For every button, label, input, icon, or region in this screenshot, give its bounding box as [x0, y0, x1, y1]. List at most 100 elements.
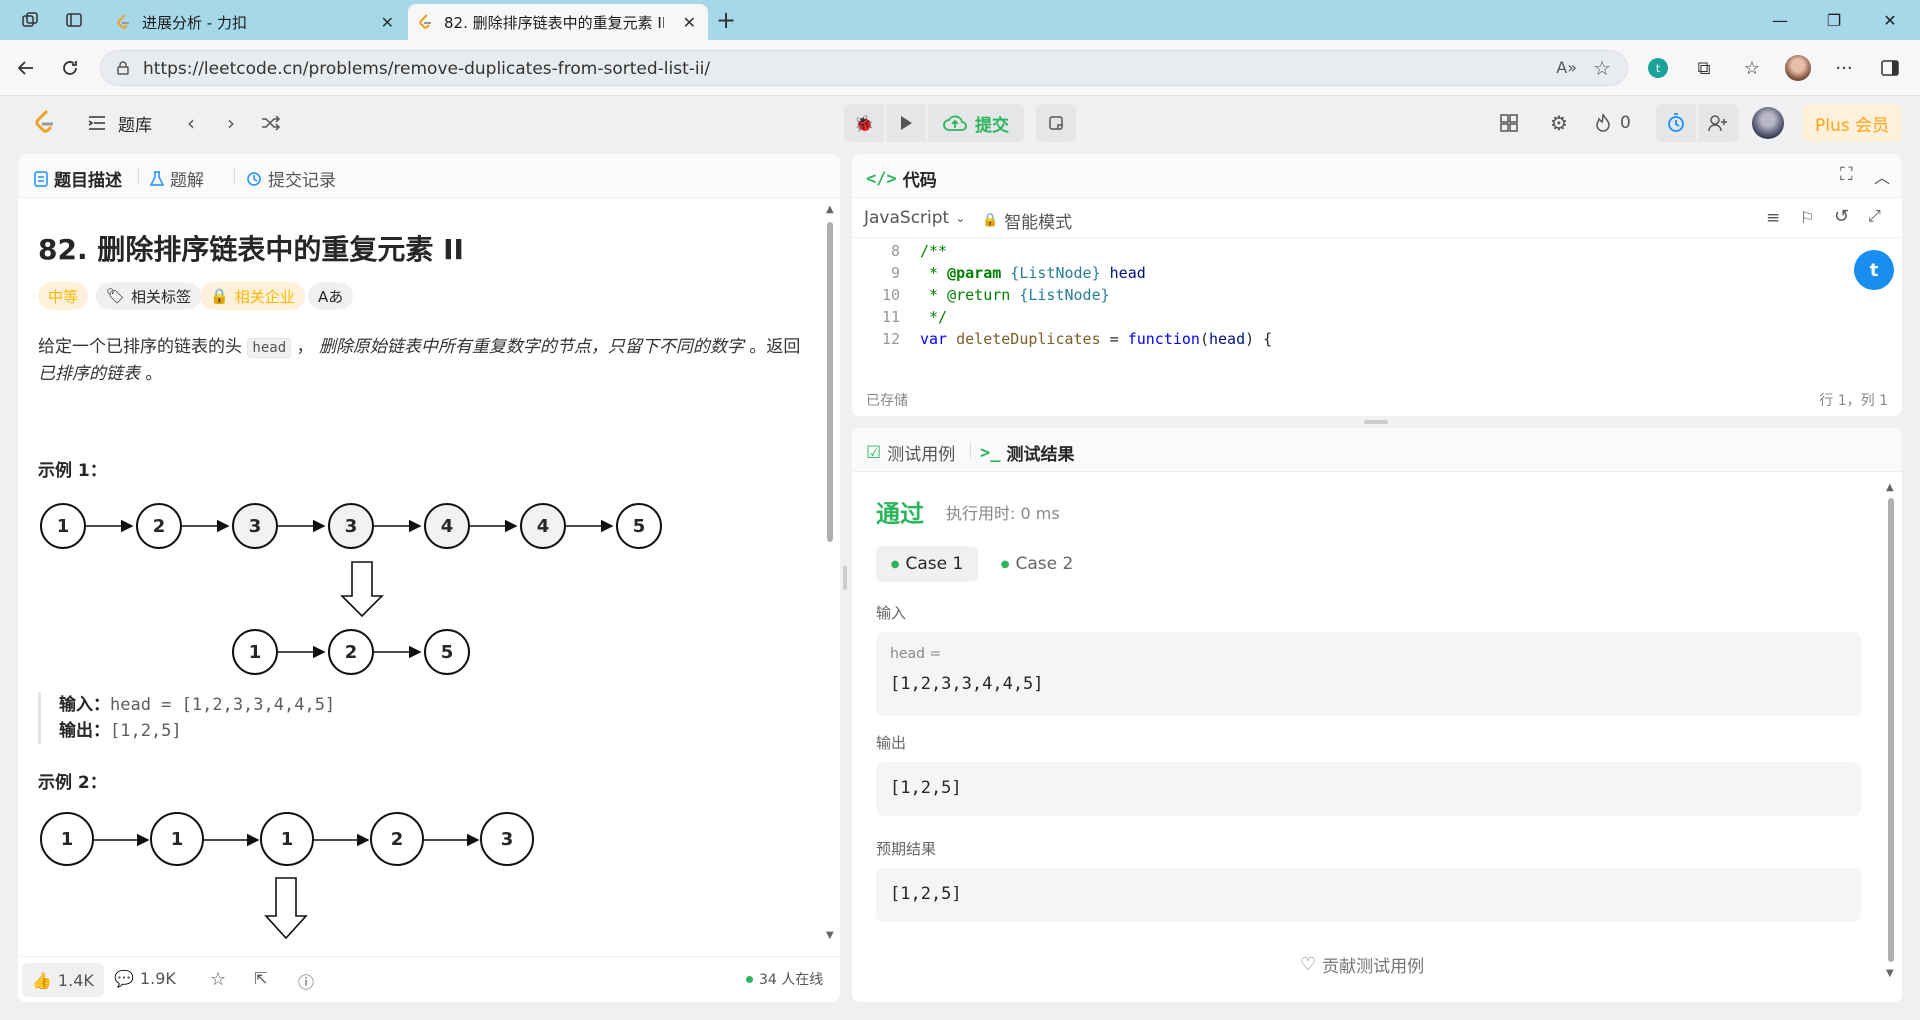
- favorite-star-icon[interactable]: ☆: [1593, 56, 1611, 80]
- bookmark-icon[interactable]: ⚐: [1800, 208, 1814, 227]
- problem-list-button[interactable]: 题库: [88, 110, 152, 136]
- settings-gear-icon[interactable]: ⚙: [1546, 110, 1572, 136]
- horizontal-splitter[interactable]: [1364, 420, 1388, 424]
- code-toolbar: JavaScript ⌄ 🔒 智能模式 ≡ ⚐ ↺ ⤢: [852, 198, 1902, 238]
- extension-translate-icon[interactable]: t: [1644, 54, 1672, 82]
- url-field[interactable]: https://leetcode.cn/problems/remove-dupl…: [100, 50, 1628, 86]
- sidebar-toggle-icon[interactable]: [1876, 54, 1904, 82]
- next-problem-icon[interactable]: ›: [218, 110, 244, 136]
- contribute-testcase-button[interactable]: ♡ 贡献测试用例: [1300, 952, 1424, 977]
- restore-icon[interactable]: ❐: [1806, 0, 1862, 40]
- tab-test-result[interactable]: >_ 测试结果: [980, 440, 1074, 466]
- run-button[interactable]: [886, 104, 926, 142]
- chevron-down-icon: ⌄: [955, 211, 966, 225]
- related-tags-button[interactable]: 🏷 相关标签: [96, 282, 202, 310]
- format-icon[interactable]: ≡: [1766, 208, 1780, 228]
- invite-user-icon[interactable]: [1698, 104, 1738, 142]
- streak-counter[interactable]: 0: [1594, 110, 1631, 136]
- case-1-tab[interactable]: ● Case 1: [876, 546, 978, 582]
- input-var: head =: [890, 646, 942, 662]
- related-companies-button[interactable]: 🔒 相关企业: [200, 282, 305, 310]
- vertical-splitter[interactable]: [843, 566, 847, 590]
- debug-icon[interactable]: 🐞: [844, 104, 884, 142]
- description-scrollbar[interactable]: ▲ ▼: [826, 204, 834, 944]
- tab-title: 进展分析 - 力扣: [142, 13, 247, 32]
- more-menu-icon[interactable]: ···: [1830, 54, 1858, 82]
- document-icon: [34, 170, 48, 187]
- translate-extension-badge[interactable]: t: [1854, 250, 1902, 310]
- browser-tab-problem[interactable]: 82. 删除排序链表中的重复元素 II ✕: [408, 4, 708, 40]
- tab-solutions[interactable]: 题解: [150, 166, 204, 191]
- refresh-icon[interactable]: [56, 54, 84, 82]
- code-editor[interactable]: 8/** 9 * @param {ListNode} head 10 * @re…: [852, 238, 1902, 388]
- list-node: 1: [232, 629, 278, 675]
- notes-icon[interactable]: [1036, 104, 1076, 142]
- fullscreen-icon[interactable]: ⛶: [1840, 164, 1853, 185]
- comments-button[interactable]: 💬 1.9K: [114, 969, 176, 988]
- leetcode-logo-icon[interactable]: [30, 108, 60, 138]
- timer-icon[interactable]: [1656, 104, 1696, 142]
- user-avatar[interactable]: [1752, 107, 1784, 139]
- tab-submissions[interactable]: 提交记录: [246, 166, 336, 191]
- new-tab-button[interactable]: +: [714, 6, 738, 34]
- close-tab-icon[interactable]: ✕: [683, 13, 696, 32]
- close-window-icon[interactable]: ✕: [1862, 0, 1918, 40]
- pass-dot-icon: ●: [1000, 558, 1010, 570]
- list-node: 3: [232, 503, 278, 549]
- smart-mode-button[interactable]: 🔒 智能模式: [982, 208, 1072, 233]
- heart-icon: ♡: [1300, 954, 1317, 975]
- description-panel: 题目描述 题解 提交记录 82. 删除排序链表中的重复元素 II 中等 🏷 相关标…: [18, 154, 840, 1002]
- case-2-tab[interactable]: ● Case 2: [986, 546, 1088, 582]
- share-icon[interactable]: ⇱: [254, 969, 267, 988]
- checkbox-icon: ☑: [866, 442, 882, 463]
- like-button[interactable]: 👍 1.4K: [22, 963, 104, 997]
- output-value: [1,2,5]: [890, 778, 962, 798]
- close-tab-icon[interactable]: ✕: [381, 13, 394, 32]
- layout-icon[interactable]: [1496, 110, 1522, 136]
- list-node: 4: [424, 503, 470, 549]
- expected-label: 预期结果: [876, 840, 937, 858]
- list-node: 1: [40, 812, 94, 866]
- test-panel: ☑ 测试用例 >_ 测试结果 通过 执行用时: 0 ms ● Case 1 ● Case…: [852, 428, 1902, 1002]
- collapse-icon[interactable]: ︿: [1874, 164, 1890, 188]
- input-box: head = [1,2,3,3,4,4,5]: [876, 632, 1861, 716]
- back-icon[interactable]: [12, 54, 40, 82]
- code-panel: </> 代码 ⛶ ︿ JavaScript ⌄ 🔒 智能模式 ≡ ⚐ ↺ ⤢ 8/**…: [852, 154, 1902, 416]
- tab-actions-icon[interactable]: [62, 8, 86, 32]
- workspaces-icon[interactable]: [18, 8, 42, 32]
- input-value: [1,2,3,3,4,4,5]: [890, 674, 1044, 694]
- play-icon: [901, 116, 912, 130]
- minimize-icon[interactable]: —: [1752, 0, 1808, 40]
- lock-icon[interactable]: [115, 60, 131, 76]
- language-select[interactable]: JavaScript ⌄: [864, 208, 965, 228]
- example-2-label: 示例 2：: [38, 773, 107, 793]
- plus-member-button[interactable]: Plus 会员: [1802, 104, 1902, 142]
- comment-icon: 💬: [114, 969, 134, 988]
- read-aloud-icon[interactable]: A»: [1556, 58, 1577, 77]
- prev-problem-icon[interactable]: ‹: [178, 110, 204, 136]
- test-scrollbar[interactable]: ▲ ▼: [1886, 482, 1896, 982]
- favorite-star-icon[interactable]: ☆: [210, 969, 226, 990]
- list-icon: [88, 116, 105, 130]
- translate-button[interactable]: Aあ: [308, 282, 354, 310]
- list-node: 2: [370, 812, 424, 866]
- expand-icon[interactable]: ⤢: [1868, 206, 1881, 226]
- down-arrow-icon: [340, 561, 384, 618]
- help-icon[interactable]: ⓘ: [298, 969, 314, 993]
- difficulty-badge: 中等: [38, 282, 89, 310]
- code-tab[interactable]: </> 代码: [866, 166, 937, 192]
- profile-avatar[interactable]: [1784, 54, 1812, 82]
- submit-button[interactable]: 提交: [928, 104, 1024, 142]
- tab-testcases[interactable]: ☑ 测试用例: [866, 440, 955, 466]
- list-node: 3: [328, 503, 374, 549]
- test-tabs: ☑ 测试用例 >_ 测试结果: [852, 428, 1902, 472]
- input-label: 输入: [876, 604, 907, 622]
- reset-icon[interactable]: ↺: [1834, 206, 1849, 227]
- random-problem-icon[interactable]: [258, 110, 284, 136]
- description-tabs: 题目描述 题解 提交记录: [18, 154, 840, 198]
- browser-tab-progress[interactable]: 进展分析 - 力扣 ✕: [106, 4, 406, 40]
- expected-box: [1,2,5]: [876, 868, 1861, 922]
- favorites-icon[interactable]: ☆: [1738, 54, 1766, 82]
- tab-description[interactable]: 题目描述: [34, 166, 122, 191]
- extensions-icon[interactable]: ⧉: [1690, 54, 1718, 82]
